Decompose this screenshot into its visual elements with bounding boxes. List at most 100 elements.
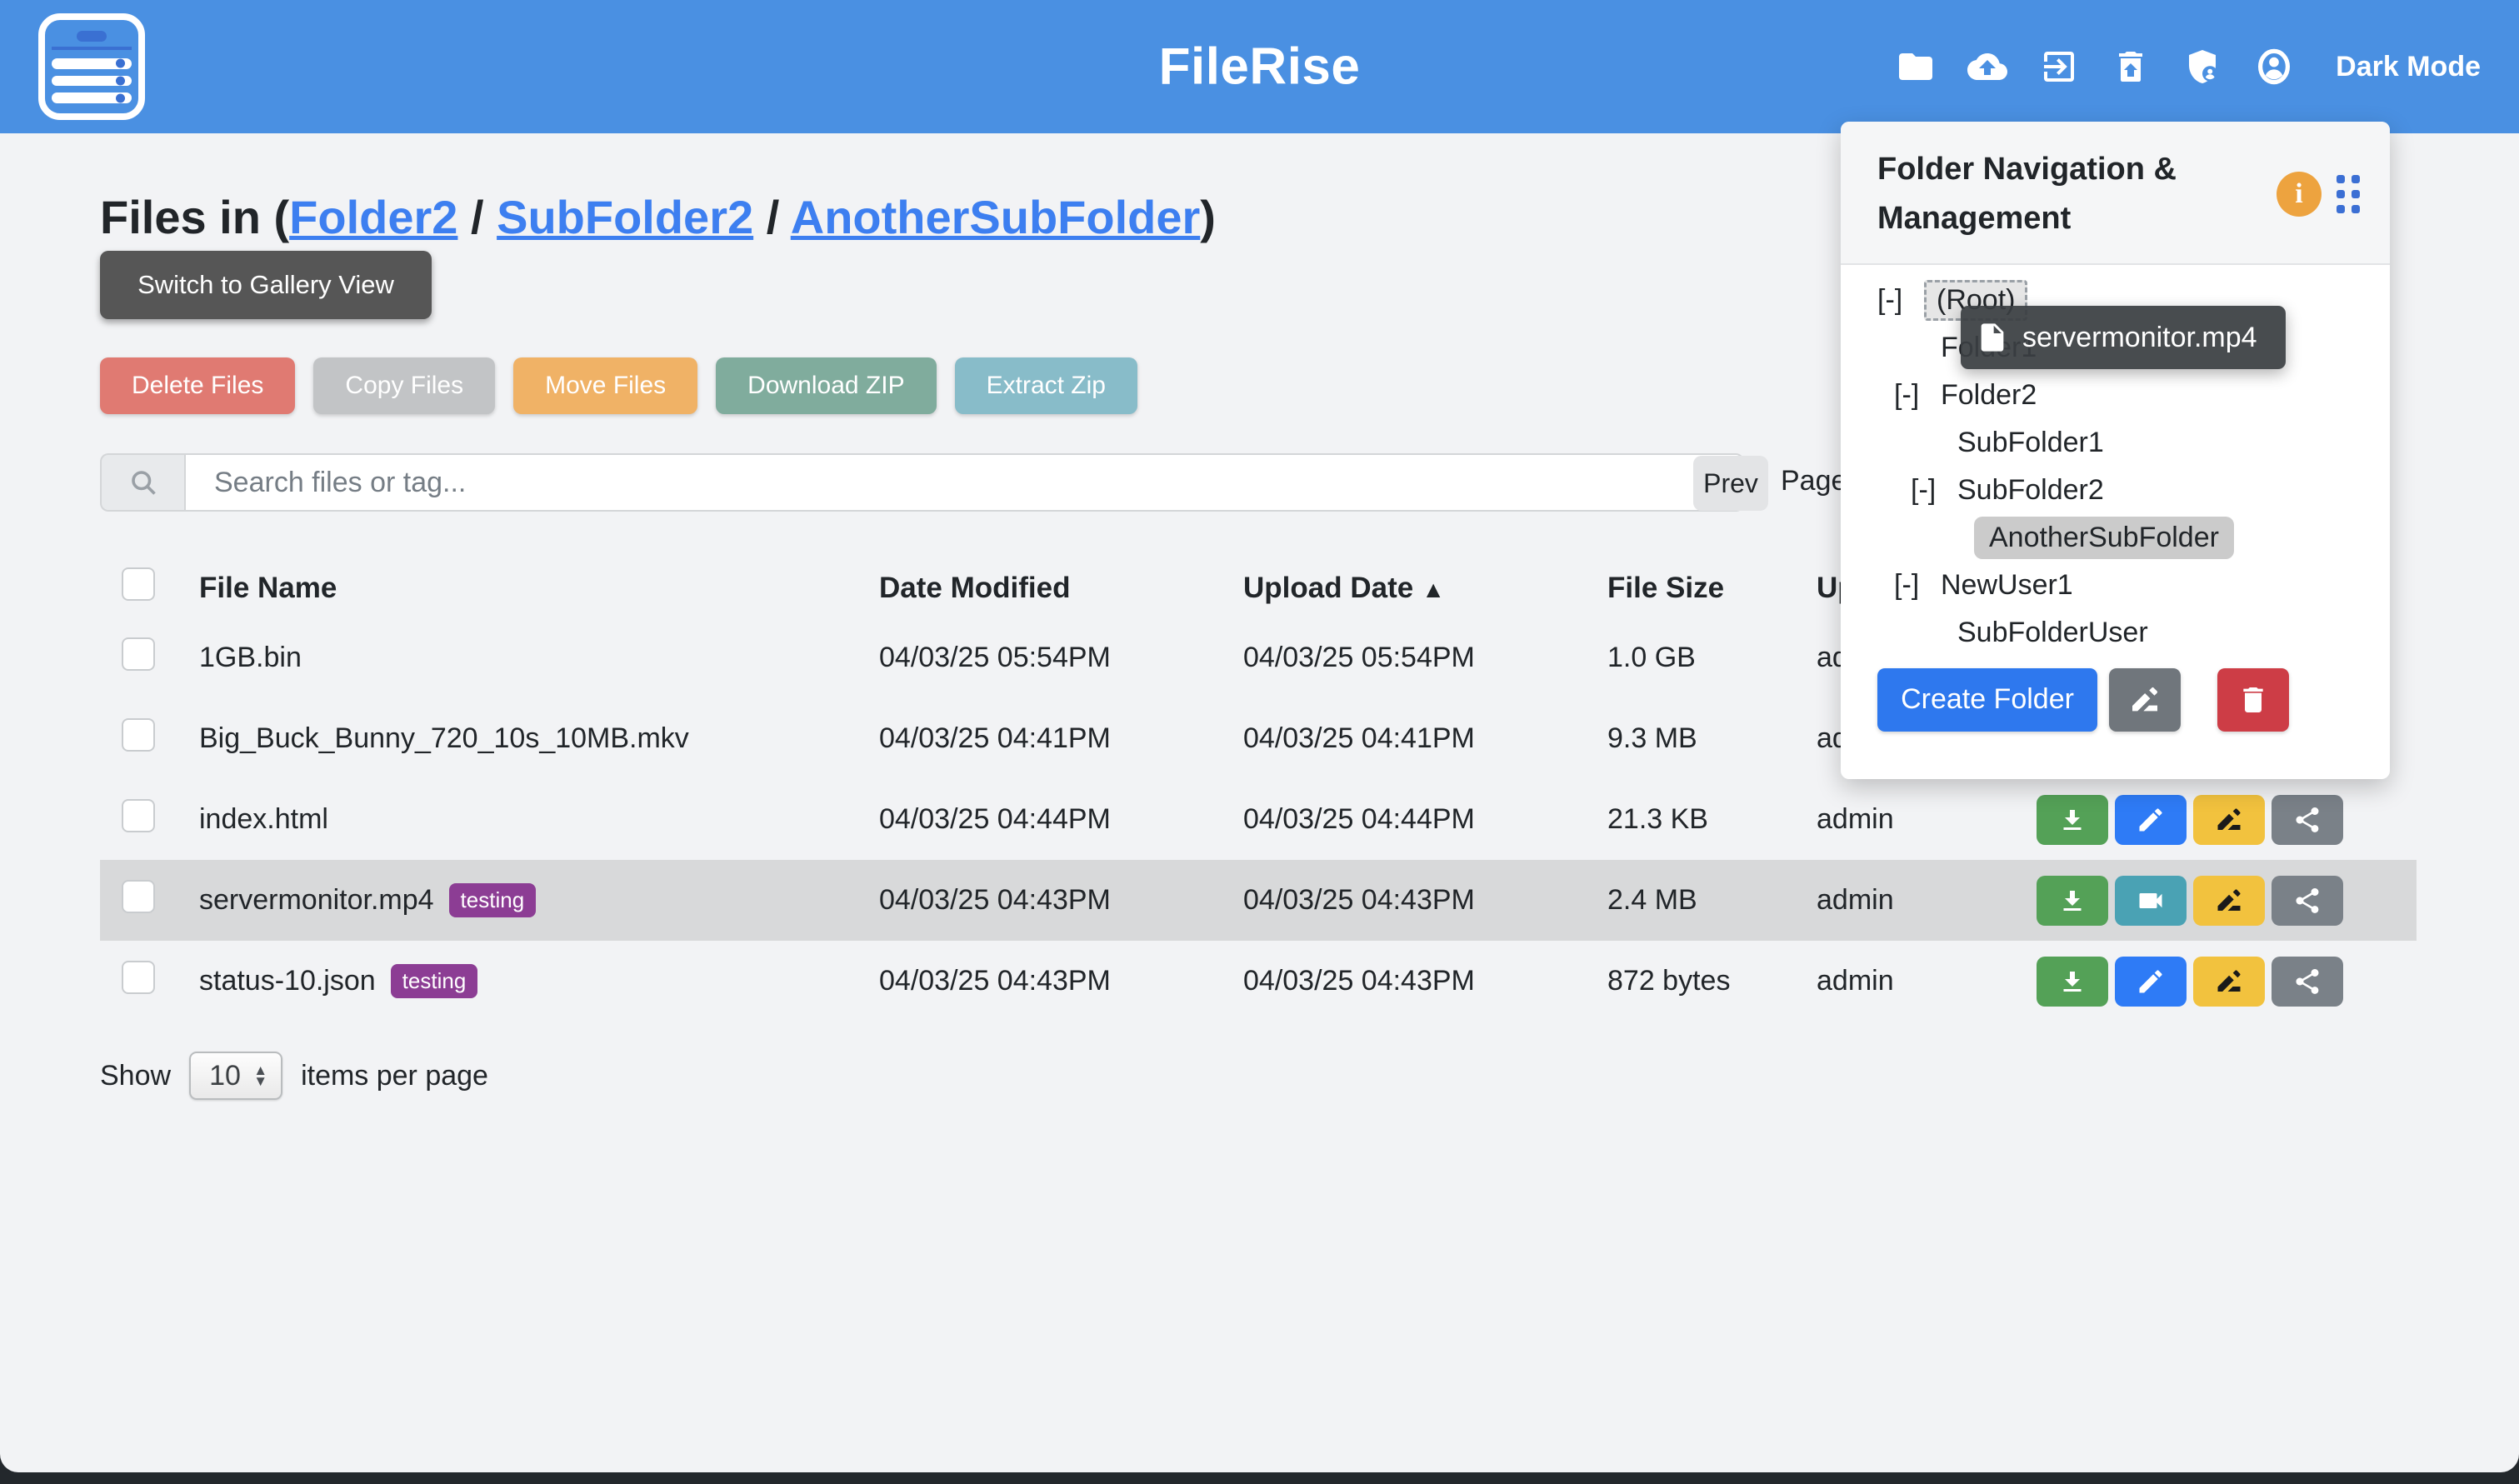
cloud-upload-icon[interactable]: [1967, 47, 2007, 87]
create-folder-button[interactable]: Create Folder: [1877, 668, 2097, 732]
file-size: 872 bytes: [1607, 965, 1817, 997]
info-icon[interactable]: i: [2277, 172, 2322, 217]
col-file-size[interactable]: File Size: [1607, 572, 1817, 605]
download-button[interactable]: [2037, 957, 2108, 1007]
file-size: 2.4 MB: [1607, 884, 1817, 917]
rename-button[interactable]: [2193, 795, 2265, 845]
tree-expander[interactable]: [-]: [1894, 379, 1941, 412]
video-preview-button[interactable]: [2115, 876, 2187, 926]
row-actions: [2037, 876, 2417, 926]
file-name[interactable]: Big_Buck_Bunny_720_10s_10MB.mkv: [199, 722, 689, 755]
date-modified: 04/03/25 04:41PM: [879, 722, 1243, 755]
upload-date: 04/03/25 04:41PM: [1243, 722, 1607, 755]
file-row-servermonitor-mp4: servermonitor.mp4 testing 04/03/25 04:43P…: [100, 860, 2417, 941]
search-input[interactable]: [184, 453, 1744, 512]
breadcrumb-link-anothersubfolder[interactable]: AnotherSubFolder: [791, 191, 1201, 243]
share-button[interactable]: [2272, 876, 2343, 926]
folder-icon[interactable]: [1896, 47, 1936, 87]
breadcrumb: Files in (Folder2 / SubFolder2 / Another…: [100, 190, 1216, 244]
tag-badge: testing: [449, 883, 537, 917]
breadcrumb-separator: /: [753, 191, 791, 243]
upload-date: 04/03/25 04:43PM: [1243, 965, 1607, 997]
edit-button[interactable]: [2115, 795, 2187, 845]
show-label: Show: [100, 1060, 171, 1092]
col-upload-date[interactable]: Upload Date▲: [1243, 572, 1607, 605]
share-button[interactable]: [2272, 795, 2343, 845]
top-navbar: FileRise Dark Mode: [0, 0, 2519, 133]
drag-tooltip: servermonitor.mp4: [1961, 306, 2286, 369]
row-checkbox[interactable]: [122, 637, 155, 671]
delete-files-button[interactable]: Delete Files: [100, 357, 295, 414]
breadcrumb-link-subfolder2[interactable]: SubFolder2: [497, 191, 753, 243]
date-modified: 04/03/25 04:44PM: [879, 803, 1243, 836]
move-files-button[interactable]: Move Files: [513, 357, 697, 414]
sort-asc-icon: ▲: [1422, 577, 1445, 602]
delete-folder-button[interactable]: [2217, 668, 2289, 732]
uploader: admin: [1817, 803, 2037, 836]
tree-item-folder2[interactable]: [-] Folder2: [1877, 372, 2390, 419]
file-name[interactable]: status-10.json: [199, 965, 376, 997]
dark-mode-toggle[interactable]: Dark Mode: [2336, 51, 2481, 83]
upload-date: 04/03/25 04:44PM: [1243, 803, 1607, 836]
app-title: FileRise: [1159, 37, 1361, 97]
file-name[interactable]: index.html: [199, 803, 328, 836]
download-button[interactable]: [2037, 876, 2108, 926]
date-modified: 04/03/25 04:43PM: [879, 965, 1243, 997]
col-file-name[interactable]: File Name: [199, 572, 879, 605]
rename-folder-button[interactable]: [2109, 668, 2181, 732]
breadcrumb-prefix: Files in (: [100, 191, 289, 243]
copy-files-button[interactable]: Copy Files: [313, 357, 495, 414]
restore-from-trash-icon[interactable]: [2111, 47, 2151, 87]
tree-item-subfolder2[interactable]: [-] SubFolder2: [1877, 467, 2390, 514]
topbar-actions: Dark Mode: [1896, 47, 2481, 87]
folder-panel-header: Folder Navigation & Management i: [1841, 122, 2390, 265]
extract-zip-button[interactable]: Extract Zip: [955, 357, 1137, 414]
tree-item-subfolderuser[interactable]: SubFolderUser: [1877, 609, 2390, 657]
rename-button[interactable]: [2193, 957, 2265, 1007]
date-modified: 04/03/25 05:54PM: [879, 642, 1243, 674]
drag-tooltip-text: servermonitor.mp4: [2022, 322, 2257, 354]
row-checkbox[interactable]: [122, 718, 155, 752]
col-date-modified[interactable]: Date Modified: [879, 572, 1243, 605]
file-size: 21.3 KB: [1607, 803, 1817, 836]
download-button[interactable]: [2037, 795, 2108, 845]
bulk-actions-row: Delete Files Copy Files Move Files Downl…: [100, 357, 1137, 414]
drag-handle-icon[interactable]: [2337, 175, 2360, 213]
share-button[interactable]: [2272, 957, 2343, 1007]
items-per-page-select[interactable]: 10 ▲▼: [189, 1052, 282, 1100]
file-name[interactable]: 1GB.bin: [199, 642, 302, 674]
row-checkbox[interactable]: [122, 961, 155, 994]
tree-expander[interactable]: [-]: [1911, 474, 1957, 507]
tree-item-anothersubfolder[interactable]: AnotherSubFolder: [1877, 514, 2390, 562]
breadcrumb-link-folder2[interactable]: Folder2: [289, 191, 457, 243]
folder-panel-buttons: Create Folder: [1877, 668, 2390, 732]
download-zip-button[interactable]: Download ZIP: [716, 357, 936, 414]
rename-button[interactable]: [2193, 876, 2265, 926]
row-checkbox[interactable]: [122, 880, 155, 913]
breadcrumb-suffix: ): [1200, 191, 1216, 243]
breadcrumb-separator: /: [457, 191, 497, 243]
folder-panel-title: Folder Navigation & Management: [1877, 145, 2211, 243]
prev-page-button[interactable]: Prev: [1693, 456, 1768, 511]
tree-expander[interactable]: [-]: [1894, 569, 1941, 602]
file-name[interactable]: servermonitor.mp4: [199, 884, 434, 917]
logo-bar: [52, 58, 132, 69]
logo-bar: [52, 76, 132, 87]
date-modified: 04/03/25 04:43PM: [879, 884, 1243, 917]
edit-button[interactable]: [2115, 957, 2187, 1007]
tree-expander[interactable]: [-]: [1877, 284, 1924, 317]
account-circle-icon[interactable]: [2254, 47, 2294, 87]
tree-item-newuser1[interactable]: [-] NewUser1: [1877, 562, 2390, 609]
admin-shield-icon[interactable]: [2182, 47, 2222, 87]
file-row-status-10-json: status-10.jsontesting 04/03/25 04:43PM 0…: [100, 941, 2417, 1022]
select-all-checkbox[interactable]: [122, 567, 155, 601]
switch-gallery-view-button[interactable]: Switch to Gallery View: [100, 251, 432, 319]
app-window: FileRise Dark Mode Files in (Folder2: [0, 0, 2519, 1472]
filerise-logo[interactable]: [38, 13, 145, 120]
file-size: 9.3 MB: [1607, 722, 1817, 755]
file-size: 1.0 GB: [1607, 642, 1817, 674]
file-icon: [1976, 321, 2009, 354]
exit-to-app-icon[interactable]: [2039, 47, 2079, 87]
tree-item-subfolder1[interactable]: SubFolder1: [1877, 419, 2390, 467]
row-checkbox[interactable]: [122, 799, 155, 832]
